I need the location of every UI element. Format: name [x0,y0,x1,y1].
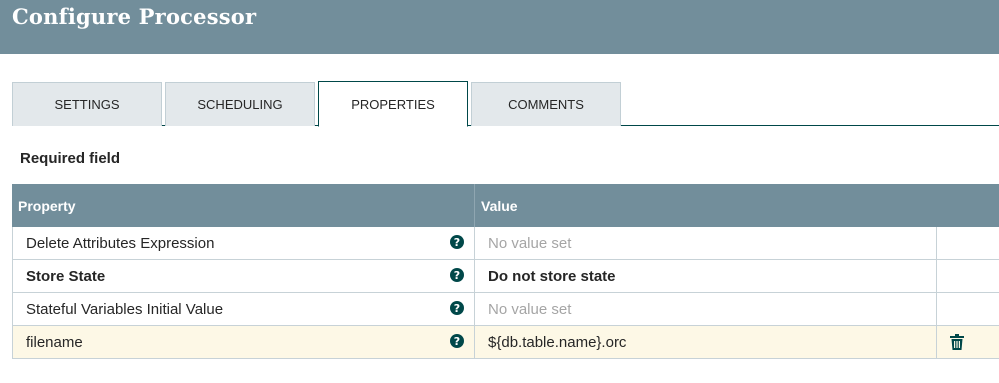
property-name: Store State [26,267,106,285]
property-name-cell: Store State ? [12,260,475,292]
property-name-cell: filename ? [12,326,475,358]
dialog-title: Configure Processor [12,4,257,29]
property-value-cell[interactable]: No value set [475,293,937,325]
tab-settings[interactable]: SETTINGS [12,82,162,126]
property-actions-cell [937,260,999,292]
property-actions-cell [937,293,999,325]
property-actions-cell [937,326,999,358]
property-actions-cell [937,227,999,259]
table-row[interactable]: Stateful Variables Initial Value ? No va… [12,293,999,326]
property-name-cell: Stateful Variables Initial Value ? [12,293,475,325]
required-field-label: Required field [20,150,121,167]
property-value-cell[interactable]: Do not store state [475,260,937,292]
properties-table: Property Value Delete Attributes Express… [12,184,999,359]
trash-icon[interactable] [950,334,964,350]
table-header: Property Value [12,184,999,227]
question-circle-icon[interactable]: ? [450,268,464,282]
question-circle-icon[interactable]: ? [450,334,464,348]
property-value-cell[interactable]: No value set [475,227,937,259]
table-row[interactable]: Store State ? Do not store state [12,260,999,293]
property-value-cell[interactable]: ${db.table.name}.orc [475,326,937,358]
property-name: Delete Attributes Expression [26,234,215,252]
tab-scheduling[interactable]: SCHEDULING [165,82,315,126]
question-circle-icon[interactable]: ? [450,235,464,249]
tab-comments[interactable]: COMMENTS [471,82,621,126]
dialog-header: Configure Processor [0,0,999,54]
column-header-property[interactable]: Property [12,184,475,227]
question-circle-icon[interactable]: ? [450,301,464,315]
property-name: Stateful Variables Initial Value [26,300,224,318]
table-row[interactable]: Delete Attributes Expression ? No value … [12,227,999,260]
table-row[interactable]: filename ? ${db.table.name}.orc [12,326,999,359]
property-name: filename [26,333,83,351]
tab-properties[interactable]: PROPERTIES [318,81,468,127]
property-name-cell: Delete Attributes Expression ? [12,227,475,259]
column-header-value[interactable]: Value [475,184,999,227]
